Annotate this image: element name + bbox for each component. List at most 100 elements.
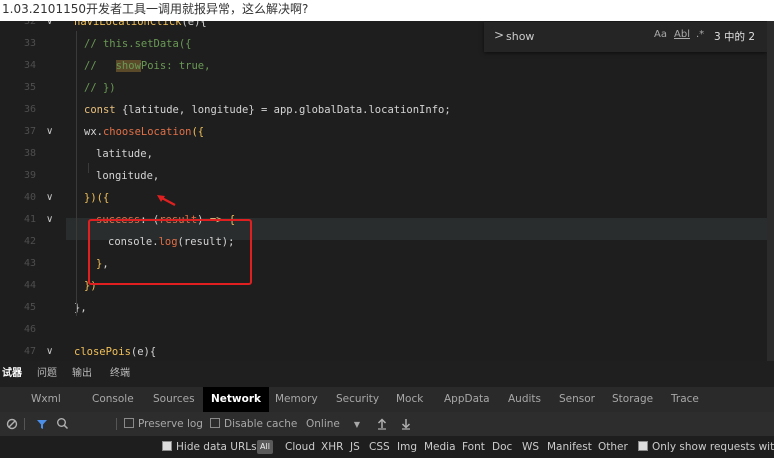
- devtools-tab-security[interactable]: Security: [336, 387, 379, 412]
- filter-type-doc[interactable]: Doc: [492, 436, 512, 458]
- code-token: wx.: [84, 126, 103, 138]
- filter-type-img[interactable]: Img: [397, 436, 417, 458]
- find-widget[interactable]: > show Aa Abl .* 3 中的 2: [484, 22, 767, 52]
- line-number: 38: [24, 148, 37, 159]
- filter-icon[interactable]: [36, 418, 48, 430]
- line-number: 39: [24, 170, 37, 181]
- code-line[interactable]: const {latitude, longitude} = app.global…: [84, 99, 451, 121]
- code-line[interactable]: })({: [84, 187, 109, 209]
- filter-type-xhr[interactable]: XHR: [321, 436, 343, 458]
- regex-icon[interactable]: .*: [696, 29, 704, 40]
- line-number: 37: [24, 126, 37, 137]
- filter-type-cloud[interactable]: Cloud: [285, 436, 315, 458]
- code-token: Pois: true,: [140, 60, 211, 72]
- code-line[interactable]: wx.chooseLocation({: [84, 121, 204, 143]
- code-token: // }): [84, 82, 116, 94]
- code-line[interactable]: latitude,: [96, 143, 153, 165]
- annotation-red-box: [88, 219, 252, 285]
- line-number: 47: [24, 346, 37, 357]
- filter-type-ws[interactable]: WS: [522, 436, 539, 458]
- only-show-requests-label: Only show requests wit: [652, 441, 774, 453]
- devtools-tab-storage[interactable]: Storage: [612, 387, 653, 412]
- filter-type-css[interactable]: CSS: [369, 436, 390, 458]
- search-icon[interactable]: [56, 417, 69, 430]
- code-token: (e){: [130, 346, 157, 358]
- tab-terminal[interactable]: 终端: [110, 361, 130, 387]
- preserve-log-checkbox[interactable]: Preserve log: [124, 412, 203, 436]
- find-toggle-replace-icon[interactable]: >: [494, 28, 504, 42]
- chevron-down-icon: ▼: [353, 420, 361, 429]
- checkbox-icon: [638, 441, 648, 451]
- match-case-icon[interactable]: Aa: [654, 29, 667, 40]
- line-number: 35: [24, 82, 37, 93]
- code-line[interactable]: // }): [84, 77, 116, 99]
- tab-output[interactable]: 输出: [72, 361, 92, 387]
- devtools-tab-mock[interactable]: Mock: [396, 387, 423, 412]
- filter-all-button[interactable]: All: [257, 436, 273, 458]
- tab-problems[interactable]: 问题: [37, 361, 57, 387]
- find-match-count: 3 中的 2: [714, 31, 756, 43]
- preserve-log-label: Preserve log: [138, 418, 203, 430]
- checkbox-icon: [162, 441, 172, 451]
- filter-type-font[interactable]: Font: [462, 436, 485, 458]
- devtools-tab-audits[interactable]: Audits: [508, 387, 541, 412]
- filter-type-other[interactable]: Other: [598, 436, 628, 458]
- tab-debugger[interactable]: 试器: [2, 361, 22, 387]
- line-number: 43: [24, 258, 37, 269]
- hide-data-urls-checkbox[interactable]: Hide data URLs: [162, 436, 257, 458]
- code-line[interactable]: longitude,: [96, 165, 159, 187]
- devtools-tab-sources[interactable]: Sources: [153, 387, 195, 412]
- code-token: // this.setData({: [84, 38, 192, 50]
- line-number: 44: [24, 280, 37, 291]
- whole-word-icon[interactable]: Abl: [674, 29, 690, 40]
- fold-chevron-icon[interactable]: ∨: [46, 209, 58, 231]
- code-line[interactable]: closePois(e){: [74, 341, 156, 361]
- devtools-tab-sensor[interactable]: Sensor: [559, 387, 595, 412]
- code-token: {latitude, longitude} = app.globalData.l…: [121, 104, 451, 116]
- fold-chevron-icon[interactable]: ∨: [46, 187, 58, 209]
- question-title: 1.03.2101150开发者工具一调用就报异常，这么解决啊?: [0, 0, 774, 20]
- toolbar-separator: [24, 418, 25, 430]
- filter-type-media[interactable]: Media: [424, 436, 456, 458]
- line-number: 40: [24, 192, 37, 203]
- devtools-tab-trace[interactable]: Trace: [671, 387, 699, 412]
- line-number: 33: [24, 38, 37, 49]
- throttling-select[interactable]: Online ▼: [306, 412, 360, 436]
- indent-guide: [88, 163, 89, 173]
- devtools-tab-memory[interactable]: Memory: [275, 387, 318, 412]
- filter-type-js[interactable]: JS: [350, 436, 360, 458]
- devtools-tab-wxml[interactable]: Wxml: [31, 387, 61, 412]
- code-token: longitude,: [96, 170, 160, 182]
- hide-data-urls-label: Hide data URLs: [176, 441, 257, 453]
- checkbox-icon: [210, 418, 220, 428]
- clear-icon[interactable]: [6, 418, 18, 430]
- code-line[interactable]: // this.setData({: [84, 33, 191, 55]
- editor-scrollbar[interactable]: [767, 21, 774, 361]
- find-input[interactable]: show: [506, 28, 634, 46]
- only-show-requests-checkbox[interactable]: Only show requests wit: [638, 436, 774, 458]
- line-number: 34: [24, 60, 37, 71]
- fold-chevron-icon[interactable]: ∨: [46, 21, 58, 33]
- code-editor[interactable]: 32 ∨ 33 34 35 36 37 ∨ 38 39 40 ∨ 41 ∨ 42 43 44 45 46 47 ∨ na…: [0, 21, 767, 361]
- checkbox-icon: [124, 418, 134, 428]
- fold-chevron-icon[interactable]: ∨: [46, 341, 58, 361]
- devtools-tab-network[interactable]: Network: [203, 387, 270, 412]
- code-token: (e){: [181, 21, 207, 28]
- code-line[interactable]: naviLocationClick(e){: [74, 21, 207, 33]
- line-number: 32: [24, 21, 37, 27]
- toolbar-separator: [116, 418, 117, 430]
- disable-cache-label: Disable cache: [224, 418, 298, 430]
- export-har-icon[interactable]: [401, 418, 411, 430]
- fold-chevron-icon[interactable]: ∨: [46, 121, 58, 143]
- code-line[interactable]: // showPois: true,: [84, 55, 210, 77]
- devtools-tab-appdata[interactable]: AppData: [444, 387, 490, 412]
- filter-type-manifest[interactable]: Manifest: [547, 436, 592, 458]
- import-har-icon[interactable]: [377, 418, 387, 430]
- bottom-panel-tabs: 试器 问题 输出 终端: [0, 361, 774, 387]
- code-token: closePois: [74, 346, 131, 358]
- network-filter-bar: Hide data URLs All Cloud XHR JS CSS Img …: [0, 436, 774, 458]
- line-number: 46: [24, 324, 37, 335]
- code-token: naviLocationClick: [74, 21, 182, 28]
- devtools-tab-console[interactable]: Console: [92, 387, 134, 412]
- disable-cache-checkbox[interactable]: Disable cache: [210, 412, 297, 436]
